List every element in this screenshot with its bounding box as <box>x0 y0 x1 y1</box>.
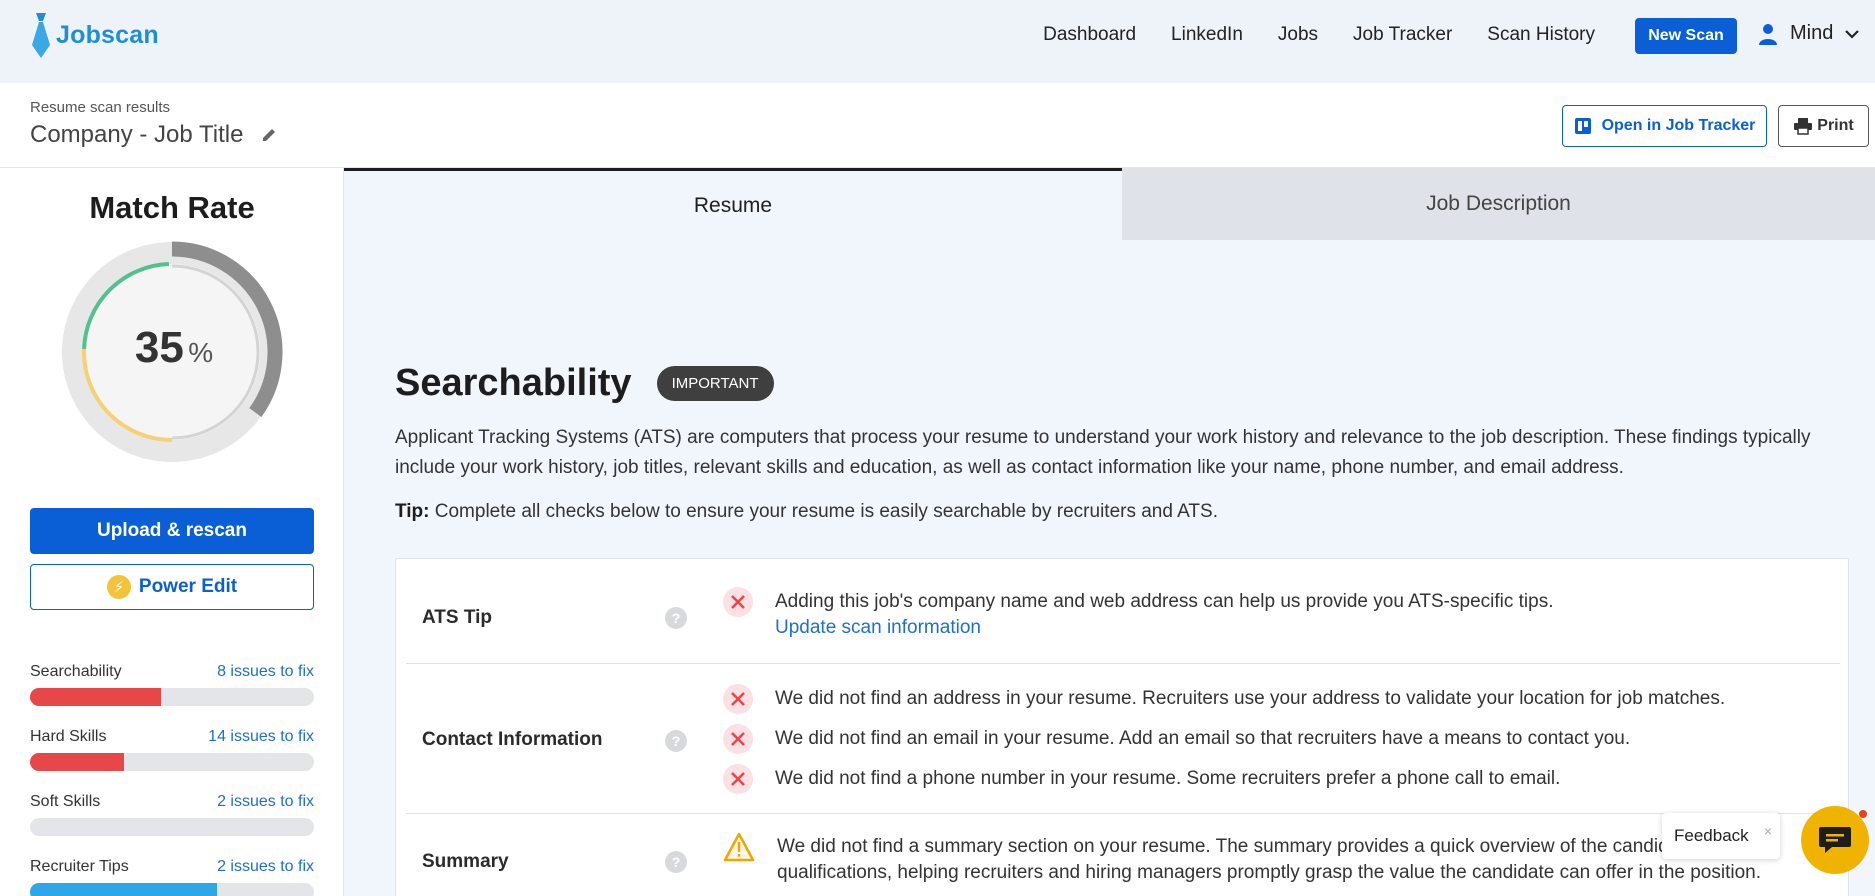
jobscan-logo[interactable]: Jobscan <box>30 10 159 60</box>
breadcrumb: Resume scan results <box>30 99 171 116</box>
tab-job-description[interactable]: Job Description <box>1122 168 1875 240</box>
tab-resume[interactable]: Resume <box>344 168 1122 240</box>
check-label: Contact Information <box>422 729 603 750</box>
check-row-summary: Summary ? We did not find a summary sect… <box>406 814 1840 896</box>
nav-jobs[interactable]: Jobs <box>1278 24 1318 46</box>
printer-icon <box>1794 118 1813 135</box>
top-navigation: Jobscan Dashboard LinkedIn Jobs Job Trac… <box>0 0 1875 83</box>
page-title: Company - Job Title <box>30 121 244 148</box>
pencil-icon[interactable] <box>261 127 277 143</box>
metric-progress-bar <box>30 688 314 706</box>
check-item: Adding this job's company name and web a… <box>723 587 1823 641</box>
update-scan-link[interactable]: Update scan information <box>775 615 1553 641</box>
chat-launcher-button[interactable] <box>1801 806 1869 874</box>
results-sidebar: Match Rate 35 % Upload & rescan ⚡ Power … <box>0 168 344 896</box>
searchability-checks-card: ATS Tip ? Adding this job's company name… <box>395 558 1849 896</box>
tip-text: Complete all checks below to ensure your… <box>429 501 1218 522</box>
feedback-close-icon[interactable]: × <box>1764 823 1772 839</box>
metric-progress-fill <box>30 883 218 896</box>
chat-bubble-icon <box>1819 827 1851 853</box>
main-content: Resume Job Description Searchability IMP… <box>344 168 1875 896</box>
nav-job-tracker[interactable]: Job Tracker <box>1353 24 1452 46</box>
print-button[interactable]: Print <box>1778 105 1869 147</box>
main-nav: Dashboard LinkedIn Jobs Job Tracker Scan… <box>1043 24 1595 46</box>
help-icon[interactable]: ? <box>665 851 687 873</box>
metric-progress-bar <box>30 883 314 896</box>
metric-progress-fill <box>30 753 124 771</box>
section-intro: Applicant Tracking Systems (ATS) are com… <box>395 427 1811 478</box>
check-item: We did not find a summary section on you… <box>723 832 1803 886</box>
section-tip: Tip: Complete all checks below to ensure… <box>395 501 1218 523</box>
warning-icon <box>723 832 755 862</box>
metric-name: Hard Skills <box>30 728 107 745</box>
check-text: Adding this job's company name and web a… <box>775 591 1554 612</box>
upload-rescan-button[interactable]: Upload & rescan <box>30 508 314 554</box>
error-x-icon <box>723 764 753 794</box>
section-title: Searchability <box>395 362 632 404</box>
metric-issues-link[interactable]: 2 issues to fix <box>217 793 314 811</box>
metric-progress-fill <box>30 688 161 706</box>
brand-name: Jobscan <box>56 20 159 49</box>
metric-progress-bar <box>30 818 314 836</box>
check-text: We did not find a phone number in your r… <box>775 768 1561 789</box>
help-icon[interactable]: ? <box>665 607 687 629</box>
check-row-contact-information: Contact Information ? We did not find an… <box>406 664 1840 814</box>
metric-name: Soft Skills <box>30 793 101 810</box>
metric-name: Searchability <box>30 663 122 680</box>
section-header: Searchability IMPORTANT <box>395 362 774 405</box>
scan-header: Resume scan results Company - Job Title … <box>0 83 1875 168</box>
match-rate-value-wrap: 35 % <box>60 323 288 373</box>
check-text: We did not find an address in your resum… <box>775 688 1726 709</box>
tie-logo-icon <box>32 13 50 58</box>
print-label: Print <box>1817 117 1854 134</box>
metric-issues-link[interactable]: 2 issues to fix <box>217 858 314 876</box>
metric-name: Recruiter Tips <box>30 858 129 875</box>
power-edit-label: Power Edit <box>138 576 238 597</box>
check-item: We did not find a phone number in your r… <box>723 764 1823 794</box>
check-item: We did not find an address in your resum… <box>723 684 1823 714</box>
important-badge: IMPORTANT <box>656 366 774 401</box>
power-edit-button[interactable]: ⚡ Power Edit <box>30 564 314 610</box>
board-icon <box>1574 118 1591 134</box>
match-rate-value: 35 <box>134 323 184 372</box>
metric-soft-skills: Soft Skills 2 issues to fix <box>30 793 314 836</box>
user-icon <box>1759 23 1777 45</box>
metric-searchability: Searchability 8 issues to fix <box>30 663 314 706</box>
check-row-ats-tip: ATS Tip ? Adding this job's company name… <box>406 559 1840 664</box>
check-text: We did not find an email in your resume.… <box>775 728 1631 749</box>
open-job-tracker-button[interactable]: Open in Job Tracker <box>1562 105 1767 147</box>
check-label: Summary <box>422 851 509 872</box>
user-name: Mind <box>1790 22 1834 44</box>
nav-linkedin[interactable]: LinkedIn <box>1171 24 1243 46</box>
tip-label: Tip: <box>395 501 430 522</box>
nav-dashboard[interactable]: Dashboard <box>1043 24 1136 46</box>
metric-hard-skills: Hard Skills 14 issues to fix <box>30 728 314 771</box>
notification-dot <box>1859 810 1867 818</box>
metric-recruiter-tips: Recruiter Tips 2 issues to fix <box>30 858 314 896</box>
result-tabs: Resume Job Description <box>344 168 1875 240</box>
feedback-widget[interactable]: Feedback × <box>1662 813 1780 859</box>
metric-issues-link[interactable]: 8 issues to fix <box>217 663 314 681</box>
page-title-row: Company - Job Title <box>30 121 277 149</box>
match-rate-title: Match Rate <box>89 190 255 225</box>
metric-issues-link[interactable]: 14 issues to fix <box>208 728 314 746</box>
nav-scan-history[interactable]: Scan History <box>1487 24 1595 46</box>
open-job-tracker-label: Open in Job Tracker <box>1601 117 1756 134</box>
chevron-down-icon <box>1845 29 1860 39</box>
metric-progress-bar <box>30 753 314 771</box>
match-rate-unit: % <box>188 337 214 368</box>
check-item: We did not find an email in your resume.… <box>723 724 1823 754</box>
check-text: We did not find a summary section on you… <box>777 836 1762 883</box>
lightning-icon: ⚡ <box>106 575 131 599</box>
feedback-label: Feedback <box>1674 826 1749 845</box>
error-x-icon <box>723 724 753 754</box>
help-icon[interactable]: ? <box>665 730 687 752</box>
error-x-icon <box>723 587 753 617</box>
error-x-icon <box>723 684 753 714</box>
new-scan-button[interactable]: New Scan <box>1635 18 1737 54</box>
user-menu[interactable]: Mind <box>1758 22 1860 45</box>
check-label: ATS Tip <box>422 607 493 628</box>
